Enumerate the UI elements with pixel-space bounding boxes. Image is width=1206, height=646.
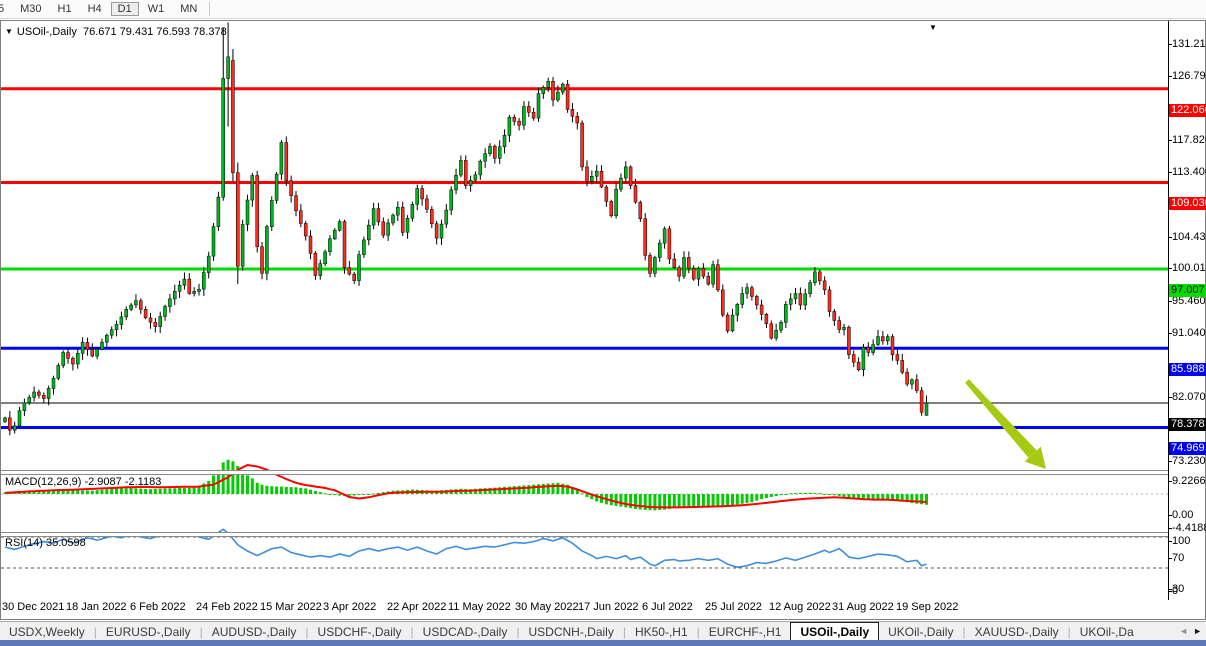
rsi-tick-label: 0 [1172, 585, 1178, 597]
chart-tab-xauusd-daily[interactable]: XAUUSD-,Daily [966, 622, 1068, 641]
price-tick-label: 131.210 [1172, 38, 1206, 50]
chart-title: ▼ USOil-,Daily 76.671 79.431 76.593 78.37… [5, 26, 227, 38]
chart-tabbar: USDX,Weekly|EURUSD-,Daily|AUDUSD-,Daily|… [0, 621, 1206, 641]
chart-tab-usdx-weekly[interactable]: USDX,Weekly [0, 622, 94, 641]
hline-price-label: 74.969 [1169, 442, 1206, 455]
time-axis-label: 6 Feb 2022 [130, 601, 186, 613]
time-axis-label: 19 Sep 2022 [896, 601, 958, 613]
time-axis-label: 24 Feb 2022 [196, 601, 258, 613]
time-axis-label: 15 Mar 2022 [260, 601, 322, 613]
chart-symbol-label: USOil-,Daily [17, 26, 77, 38]
time-axis-label: 11 May 2022 [448, 601, 511, 613]
chart-tab-usdcad-daily[interactable]: USDCAD-,Daily [414, 622, 517, 641]
time-axis-label: 30 May 2022 [515, 601, 579, 613]
rsi-label: RSI(14) 35.0598 [5, 537, 86, 549]
tab-scroll-left-icon[interactable]: ◄ [1179, 626, 1188, 636]
chart-tab-audusd-daily[interactable]: AUDUSD-,Daily [203, 622, 306, 641]
price-tick-label: 100.010 [1172, 262, 1206, 274]
pane-separator-rsi[interactable] [1, 532, 1168, 537]
macd-label: MACD(12,26,9) -2.9087 -2.1183 [5, 476, 161, 488]
chart-tab-usoil-daily[interactable]: USOil-,Daily [790, 622, 879, 641]
time-axis-label: 18 Jan 2022 [66, 601, 127, 613]
hline-price-label: 122.066 [1169, 104, 1206, 117]
chart-tab-ukoil-daily[interactable]: UKOil-,Daily [879, 622, 962, 641]
chart-tab-hk50-h1[interactable]: HK50-,H1 [626, 622, 697, 641]
rsi-tick-label: 100 [1172, 535, 1190, 547]
chart-shift-marker-icon[interactable]: ▼ [929, 23, 937, 32]
current-price-label: 78.378 [1169, 418, 1206, 431]
price-tick-label: 117.820 [1172, 134, 1206, 146]
price-tick-label: 126.790 [1172, 70, 1206, 82]
time-axis-label: 31 Aug 2022 [832, 601, 894, 613]
time-axis-label: 12 Aug 2022 [769, 601, 831, 613]
tab-scroll-arrows: ◄ ► [1177, 622, 1204, 639]
tab-scroll-right-icon[interactable]: ► [1193, 626, 1202, 636]
time-axis-label: 6 Jul 2022 [642, 601, 693, 613]
price-tick-label: 91.040 [1172, 327, 1206, 339]
window-bottom-edge [0, 640, 1206, 646]
chart-tab-usdcnh-daily[interactable]: USDCNH-,Daily [519, 622, 622, 641]
time-axis-label: 25 Jul 2022 [705, 601, 762, 613]
symbol-dropdown-icon[interactable]: ▼ [5, 27, 13, 36]
macd-tick-label: 9.2266 [1172, 475, 1206, 487]
time-axis-label: 30 Dec 2021 [2, 601, 64, 613]
macd-tick-label: 0.00 [1172, 509, 1193, 521]
price-tick-label: 82.070 [1172, 391, 1206, 403]
price-tick-label: 104.430 [1172, 231, 1206, 243]
chart-tab-eurchf-h1[interactable]: EURCHF-,H1 [700, 622, 791, 641]
candles-group [4, 22, 929, 435]
macd-tick-label: -4.4188 [1172, 522, 1206, 534]
rsi-tick-label: 70 [1172, 552, 1184, 564]
price-chart-canvas[interactable] [1, 0, 1168, 598]
price-tick-label: 73.230 [1172, 455, 1206, 467]
pane-separator-macd[interactable] [1, 470, 1168, 475]
time-axis-label: 3 Apr 2022 [323, 601, 376, 613]
hline-price-label: 109.036 [1169, 197, 1206, 210]
down-arrow-annotation [965, 379, 1037, 458]
chart-tab-usdchf-daily[interactable]: USDCHF-,Daily [309, 622, 411, 641]
chart-tab-eurusd-daily[interactable]: EURUSD-,Daily [97, 622, 200, 641]
hline-price-label: 97.007 [1169, 284, 1206, 297]
chart-tab-ukoil-da[interactable]: UKOil-,Da [1071, 622, 1143, 641]
time-axis-label: 22 Apr 2022 [387, 601, 446, 613]
price-tick-label: 113.400 [1172, 166, 1206, 178]
hline-price-label: 85.988 [1169, 363, 1206, 376]
time-axis-label: 17 Jun 2022 [578, 601, 639, 613]
chart-ohlc-values: 76.671 79.431 76.593 78.378 [83, 26, 227, 38]
